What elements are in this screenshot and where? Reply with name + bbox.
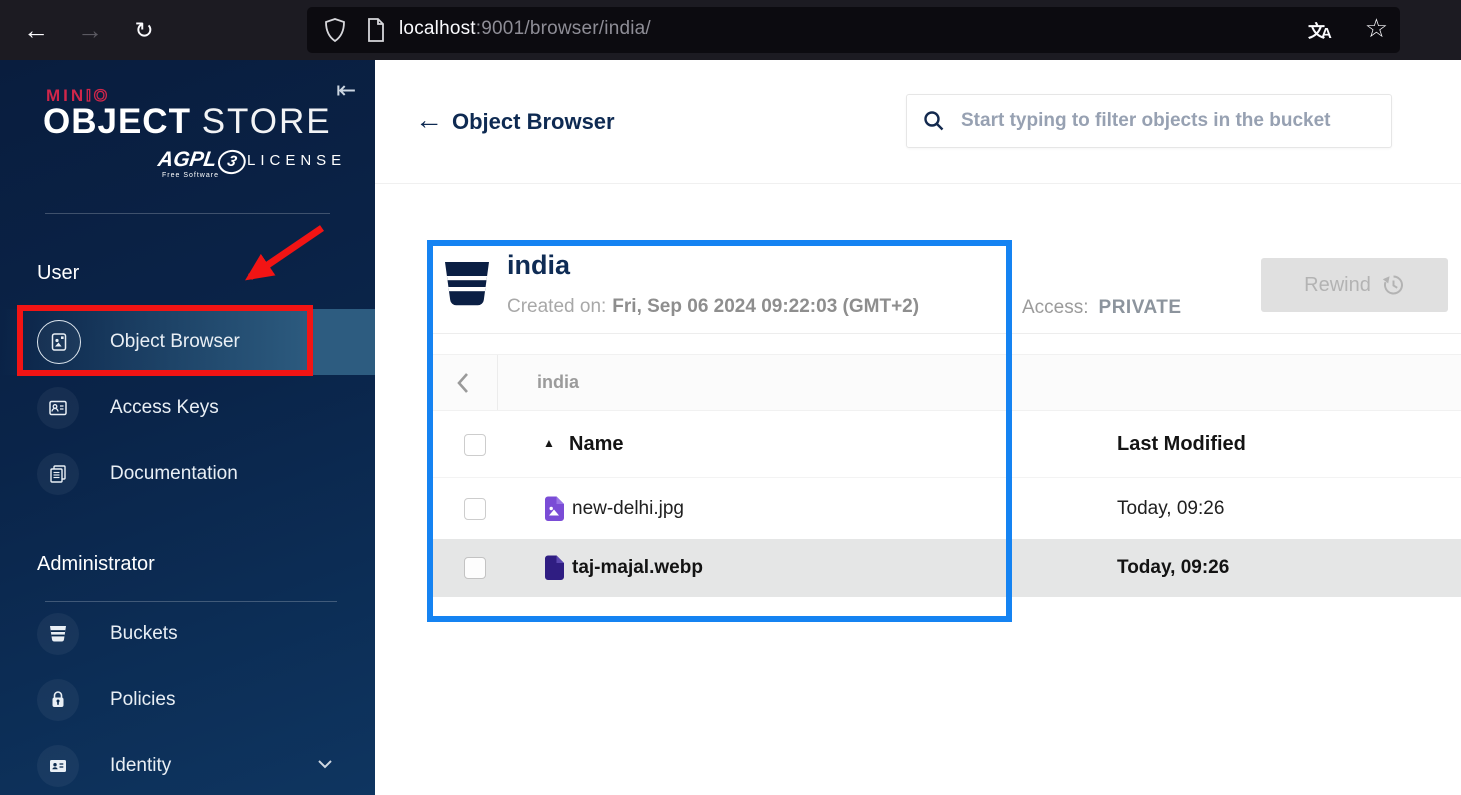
breadcrumb-back-chevron[interactable] [429, 355, 498, 410]
object-last-modified: Today, 09:26 [1117, 557, 1229, 579]
breadcrumb-path[interactable]: india [537, 372, 579, 393]
url-path: :9001/browser/india/ [476, 18, 651, 39]
policies-icon [37, 679, 79, 721]
page-icon [365, 17, 387, 48]
agpl-badge: AGPL3 [156, 148, 248, 174]
object-store-wordmark: OBJECT STORE [43, 102, 332, 142]
browser-chrome: ← → ↻ localhost:9001/browser/india/ 文 A … [0, 0, 1461, 60]
search-input[interactable] [959, 96, 1383, 146]
browser-back-icon[interactable]: ← [14, 0, 58, 60]
minio-console-page: ← → ↻ localhost:9001/browser/india/ 文 A … [0, 0, 1461, 795]
sidebar-item-label: Buckets [110, 623, 178, 645]
divider [45, 213, 330, 214]
sidebar-item-documentation[interactable]: Documentation [0, 441, 375, 507]
page-title: Object Browser [452, 109, 615, 135]
row-checkbox[interactable] [464, 557, 486, 579]
object-browser-icon [37, 320, 81, 364]
translate-icon[interactable]: 文 A [1308, 15, 1342, 45]
sidebar-item-access-keys[interactable]: Access Keys [0, 375, 375, 441]
document-file-icon [543, 555, 565, 586]
section-label-administrator: Administrator [37, 553, 155, 576]
bucket-access: Access:PRIVATE [1022, 297, 1182, 319]
agpl-badge-subtext: Free Software [162, 172, 219, 179]
breadcrumb-bar: india [429, 354, 1461, 411]
sidebar: MINIO OBJECT STORE AGPL3 Free Software L… [0, 60, 375, 795]
main-content: ← Object Browser india Created on:Fri, S… [375, 60, 1461, 795]
sidebar-item-object-browser[interactable]: Object Browser [0, 309, 375, 375]
rewind-button[interactable]: Rewind [1261, 258, 1448, 312]
table-row[interactable]: new-delhi.jpg Today, 09:26 [429, 478, 1461, 539]
sidebar-item-label: Object Browser [110, 331, 240, 353]
object-name[interactable]: new-delhi.jpg [572, 498, 684, 520]
documentation-icon [37, 453, 79, 495]
column-header-name[interactable]: Name [569, 433, 623, 456]
divider [375, 183, 1461, 184]
shield-icon[interactable] [323, 17, 347, 48]
access-keys-icon [37, 387, 79, 429]
page-back-icon[interactable]: ← [415, 104, 443, 136]
table-header-row: ▲ Name Last Modified [429, 412, 1461, 478]
sidebar-item-buckets[interactable]: Buckets [0, 601, 375, 667]
image-file-icon [543, 496, 565, 527]
rewind-history-icon [1381, 273, 1405, 297]
row-checkbox[interactable] [464, 498, 486, 520]
sidebar-item-policies[interactable]: Policies [0, 667, 375, 733]
identity-icon [37, 745, 79, 787]
chevron-down-icon[interactable] [315, 757, 335, 776]
address-bar[interactable]: localhost:9001/browser/india/ 文 A ☆ [307, 7, 1400, 53]
browser-forward-icon[interactable]: → [68, 0, 112, 60]
url-text[interactable]: localhost:9001/browser/india/ [399, 18, 651, 40]
access-value-badge: PRIVATE [1099, 297, 1182, 318]
bookmark-star-icon[interactable]: ☆ [1365, 13, 1388, 44]
divider [429, 333, 1461, 334]
buckets-icon [37, 613, 79, 655]
bucket-created: Created on:Fri, Sep 06 2024 09:22:03 (GM… [507, 296, 919, 318]
select-all-checkbox[interactable] [464, 434, 486, 456]
objects-table: ▲ Name Last Modified new-delhi.jpg Today… [429, 412, 1461, 597]
search-icon [922, 109, 946, 133]
url-host: localhost [399, 18, 476, 39]
section-label-user: User [37, 262, 79, 285]
sidebar-item-label: Access Keys [110, 397, 219, 419]
object-name[interactable]: taj-majal.webp [572, 557, 703, 579]
browser-reload-icon[interactable]: ↻ [122, 0, 166, 60]
sidebar-item-label: Identity [110, 755, 171, 777]
sidebar-item-label: Policies [110, 689, 175, 711]
object-last-modified: Today, 09:26 [1117, 498, 1224, 520]
sidebar-item-identity[interactable]: Identity [0, 733, 375, 795]
sort-ascending-icon[interactable]: ▲ [543, 436, 555, 450]
object-filter-searchbox [906, 94, 1392, 148]
sidebar-collapse-icon[interactable]: ⇤ [336, 76, 356, 105]
table-row[interactable]: taj-majal.webp Today, 09:26 [429, 539, 1461, 597]
bucket-name: india [507, 250, 570, 281]
column-header-last-modified[interactable]: Last Modified [1117, 433, 1246, 456]
sidebar-item-label: Documentation [110, 463, 238, 485]
license-label: LICENSE [247, 152, 346, 169]
bucket-icon [443, 261, 491, 312]
